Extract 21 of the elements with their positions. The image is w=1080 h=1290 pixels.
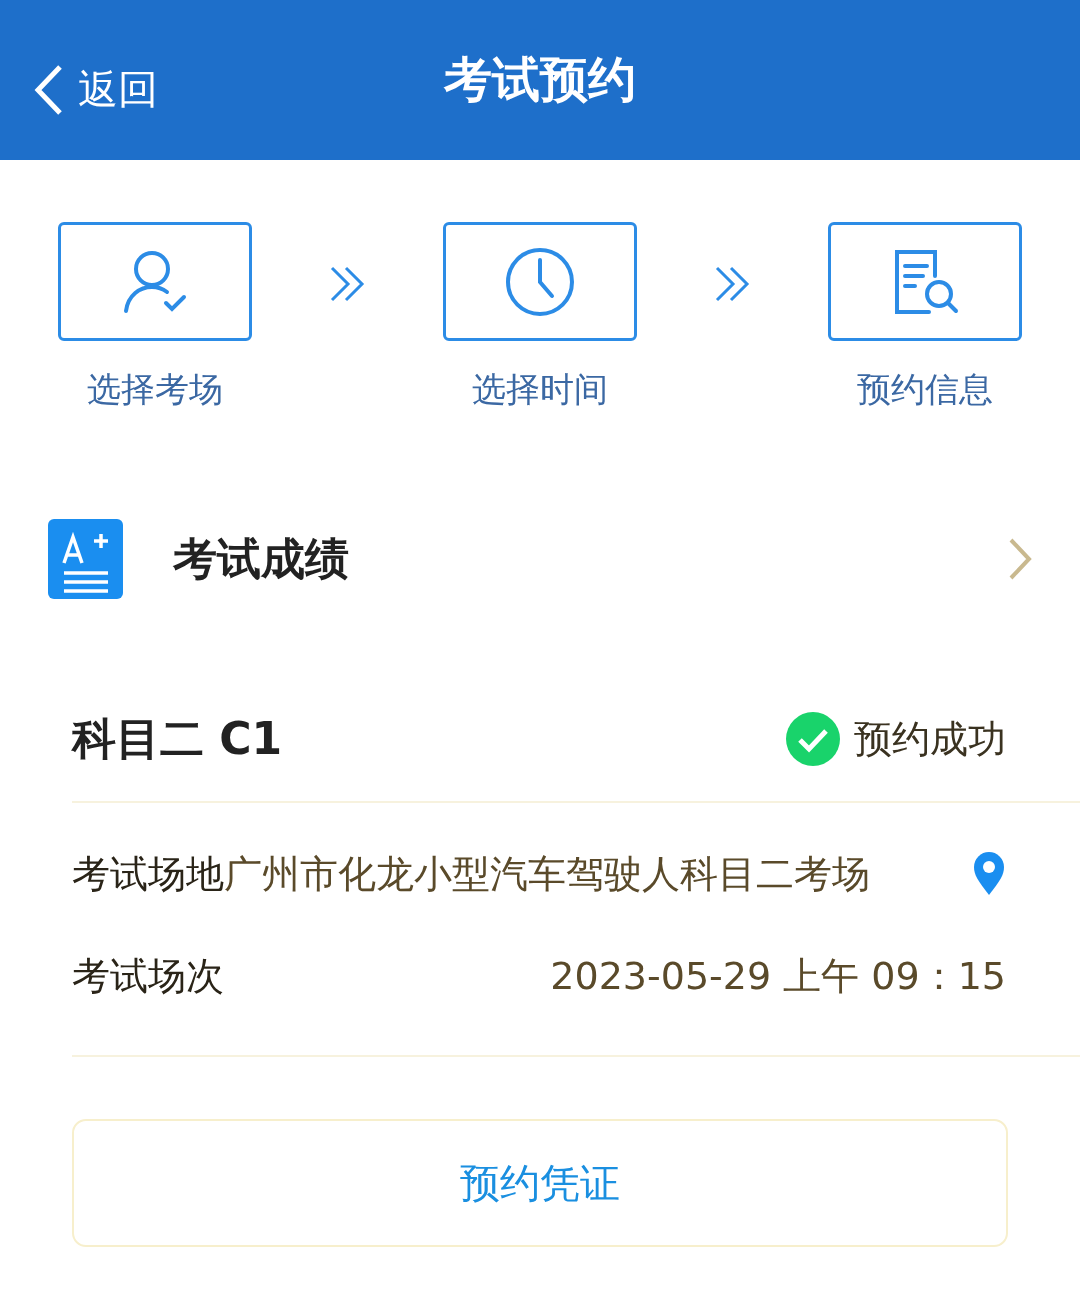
step-label: 选择时间 bbox=[472, 368, 608, 411]
step-button[interactable] bbox=[58, 222, 252, 341]
row-label: 考试场次 bbox=[72, 952, 224, 1000]
row-value: 广州市化龙小型汽车驾驶人科目二考场 bbox=[224, 850, 871, 898]
location-pin-icon[interactable] bbox=[972, 851, 1006, 897]
status-text: 预约成功 bbox=[854, 715, 1006, 763]
subject-title: 科目二 C1 bbox=[72, 711, 283, 766]
step-label: 预约信息 bbox=[857, 368, 993, 411]
step-button[interactable] bbox=[828, 222, 1022, 341]
clock-icon bbox=[504, 245, 576, 318]
page-title: 考试预约 bbox=[444, 50, 636, 109]
chevron-right-icon[interactable] bbox=[1008, 537, 1032, 581]
grade-icon bbox=[48, 519, 123, 599]
back-button[interactable]: 返回 bbox=[34, 62, 158, 117]
exam-score-label: 考试成绩 bbox=[173, 531, 350, 586]
row-label: 考试场地 bbox=[72, 850, 224, 898]
step-button[interactable] bbox=[443, 222, 637, 341]
row-value: 2023-05-29 上午 09：15 bbox=[550, 952, 1006, 1000]
step-label: 选择考场 bbox=[87, 368, 223, 411]
voucher-button[interactable]: 预约凭证 bbox=[72, 1119, 1008, 1247]
back-icon bbox=[34, 64, 64, 115]
